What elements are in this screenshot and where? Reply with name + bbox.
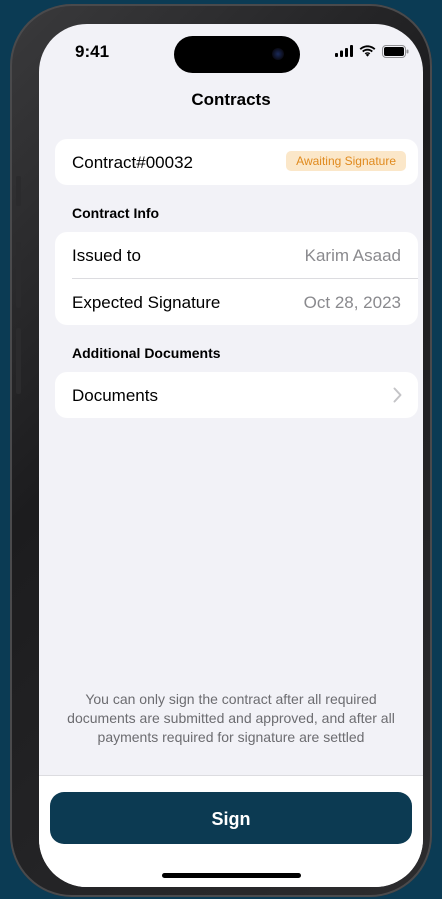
home-indicator xyxy=(162,873,301,878)
documents-row[interactable]: Documents xyxy=(55,372,418,418)
battery-icon xyxy=(382,44,409,58)
signing-requirements-note: You can only sign the contract after all… xyxy=(67,691,395,745)
status-time: 9:41 xyxy=(75,42,110,61)
info-row-label: Expected Signature xyxy=(72,293,221,312)
info-row-expected-signature: Expected Signature Oct 28, 2023 xyxy=(55,279,418,325)
status-icons xyxy=(335,44,409,58)
info-row-value: Karim Asaad xyxy=(304,246,401,265)
status-bar: 9:41 xyxy=(39,24,423,80)
documents-row-content: Documents xyxy=(55,372,418,418)
phone-frame: 9:41 Contracts Contract#00032 Awaiting S… xyxy=(10,4,432,897)
section-title-contract-info: Contract Info xyxy=(72,205,160,221)
screen: 9:41 Contracts Contract#00032 Awaiting S… xyxy=(39,24,423,887)
documents-label: Documents xyxy=(72,386,158,405)
info-row-label: Issued to xyxy=(72,246,141,265)
sign-button[interactable]: Sign xyxy=(50,792,412,844)
page-title: Contracts xyxy=(191,90,271,109)
contract-header-card: Contract#00032 Awaiting Signature xyxy=(55,139,418,185)
volume-down-button xyxy=(16,328,21,394)
cellular-signal-icon xyxy=(335,45,353,57)
camera-icon xyxy=(272,48,284,60)
action-button xyxy=(16,176,21,206)
info-row-issued-to: Issued to Karim Asaad xyxy=(55,232,418,279)
contract-info-card: Issued to Karim Asaad Expected Signature… xyxy=(55,232,418,325)
volume-up-button xyxy=(16,242,21,308)
wifi-icon xyxy=(359,45,376,57)
bottom-action-bar: Sign xyxy=(39,775,423,887)
chevron-right-icon xyxy=(393,387,402,403)
contract-id: Contract#00032 xyxy=(72,153,193,172)
info-row-value: Oct 28, 2023 xyxy=(303,293,401,312)
status-badge: Awaiting Signature xyxy=(286,151,406,171)
section-title-additional-documents: Additional Documents xyxy=(72,345,221,361)
dynamic-island xyxy=(174,36,300,73)
